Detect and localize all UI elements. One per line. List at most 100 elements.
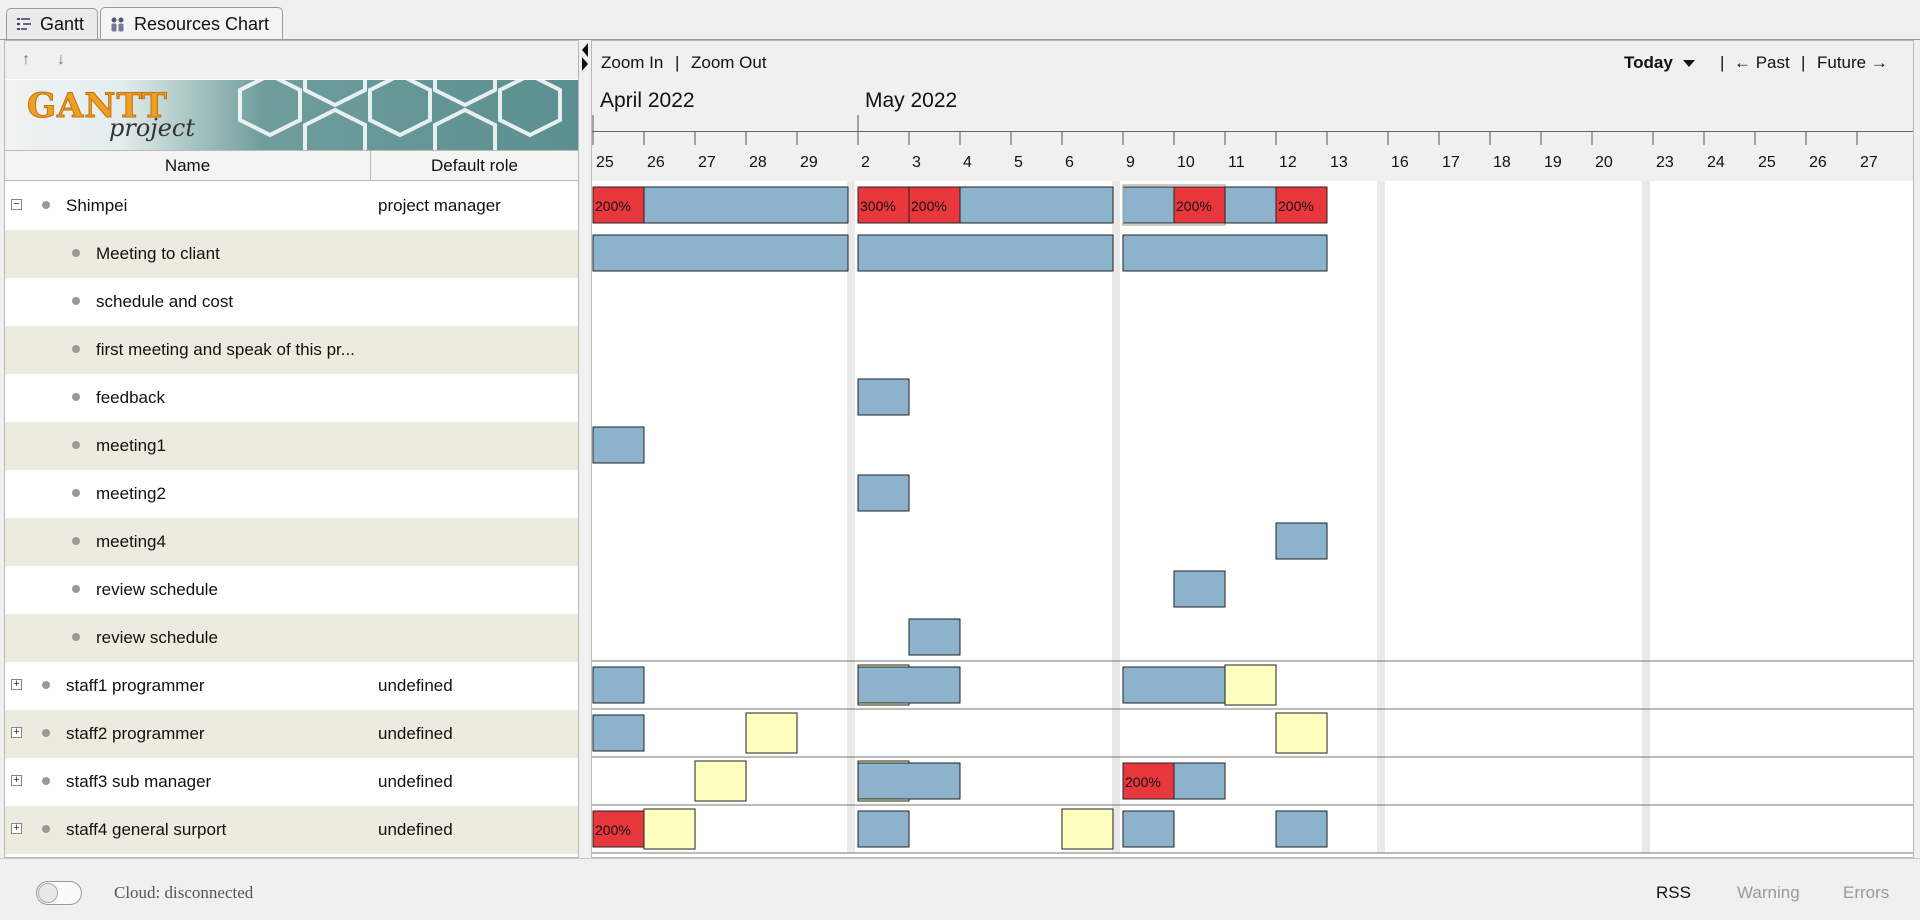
past-button[interactable]: ← Past [1734, 53, 1790, 73]
resource-role: undefined [378, 676, 453, 695]
today-dropdown-icon[interactable] [1683, 60, 1695, 67]
resource-name: Meeting to cliant [96, 244, 220, 263]
toolbar-separator: | [675, 53, 680, 72]
bullet-icon [72, 489, 80, 497]
resource-row[interactable]: + staff2 programmer undefined [5, 710, 578, 758]
load-bar[interactable] [1275, 810, 1328, 848]
resource-name: review schedule [96, 580, 218, 599]
load-bar[interactable] [1173, 570, 1226, 608]
day-label: 11 [1228, 154, 1245, 171]
assignment-row[interactable]: review schedule [5, 614, 578, 662]
move-up-button[interactable]: ↑ [17, 51, 35, 69]
day-label: 4 [963, 154, 972, 171]
column-header-role[interactable]: Default role [371, 151, 578, 180]
collapse-right-icon[interactable] [582, 57, 588, 71]
resource-row[interactable]: + staff3 sub manager undefined [5, 758, 578, 806]
day-label: 27 [1860, 154, 1878, 171]
load-bar[interactable] [857, 762, 961, 800]
load-percent-label: 200% [1125, 774, 1161, 790]
gantt-icon [15, 15, 33, 33]
load-bar[interactable] [857, 474, 910, 512]
resource-name: staff1 programmer [66, 676, 205, 695]
underload-bar[interactable] [1061, 808, 1114, 850]
underload-bar[interactable] [1224, 664, 1277, 706]
future-button[interactable]: Future → [1817, 53, 1888, 73]
resource-name: meeting2 [96, 484, 166, 503]
panel-splitter[interactable] [579, 40, 591, 858]
assignment-row[interactable]: meeting1 [5, 422, 578, 470]
load-bar[interactable] [592, 666, 645, 704]
assignment-row[interactable]: meeting4 [5, 518, 578, 566]
assignment-row[interactable]: Meeting to cliant [5, 230, 578, 278]
tree-toolbar: ↑ ↓ [5, 41, 578, 79]
bullet-icon [42, 201, 50, 209]
resource-row[interactable]: + staff4 general surport undefined [5, 806, 578, 854]
weekend-gap [847, 181, 855, 853]
weekend-gap [1377, 181, 1385, 853]
load-bar[interactable] [857, 810, 910, 848]
zoom-out-button[interactable]: Zoom Out [691, 53, 767, 73]
assignment-row[interactable]: meeting2 [5, 470, 578, 518]
expand-icon[interactable]: + [11, 823, 22, 834]
collapse-icon[interactable]: − [11, 199, 22, 210]
logo-sub-text: project [109, 114, 196, 142]
expand-icon[interactable]: + [11, 727, 22, 738]
underload-bar[interactable] [694, 760, 747, 802]
assignment-row[interactable]: schedule and cost [5, 278, 578, 326]
load-bar[interactable] [857, 234, 1114, 272]
tab-gantt-label: Gantt [40, 13, 85, 34]
assignment-row[interactable]: first meeting and speak of this pr... [5, 326, 578, 374]
month-scale: April 2022 May 2022 [592, 83, 1913, 131]
resource-name: staff4 general surport [66, 820, 227, 839]
collapse-left-icon[interactable] [582, 43, 588, 57]
resource-row[interactable]: + staff1 programmer undefined [5, 662, 578, 710]
tree-header: Name Default role [5, 150, 578, 181]
expand-icon[interactable]: + [11, 679, 22, 690]
load-bar[interactable] [857, 666, 961, 704]
day-label: 3 [912, 154, 921, 171]
load-bar[interactable] [908, 618, 961, 656]
expand-icon[interactable]: + [11, 775, 22, 786]
load-bar[interactable] [1122, 666, 1226, 704]
load-bar[interactable] [1122, 234, 1328, 272]
cloud-toggle[interactable] [36, 881, 82, 905]
arrow-down-icon: ↓ [57, 51, 65, 68]
assignment-row[interactable]: review schedule [5, 566, 578, 614]
load-bar[interactable] [592, 714, 645, 752]
load-percent-label: 200% [595, 822, 631, 838]
bullet-icon [72, 393, 80, 401]
bullet-icon [42, 825, 50, 833]
bullet-icon [72, 345, 80, 353]
load-bar[interactable] [1275, 522, 1328, 560]
assignment-row[interactable]: feedback [5, 374, 578, 422]
tab-resources-label: Resources Chart [134, 13, 270, 34]
load-bar[interactable] [592, 426, 645, 464]
load-bar[interactable] [1122, 810, 1175, 848]
resource-role: undefined [378, 772, 453, 791]
underload-bar[interactable] [643, 808, 696, 850]
day-label: 13 [1330, 154, 1348, 171]
zoom-in-button[interactable]: Zoom In [601, 53, 663, 73]
underload-bar[interactable] [1275, 712, 1328, 754]
warning-button[interactable]: Warning [1737, 883, 1800, 903]
resource-name: review schedule [96, 628, 218, 647]
day-label: 16 [1391, 154, 1409, 171]
resource-name: staff2 programmer [66, 724, 205, 743]
resource-row[interactable]: − Shimpei project manager [5, 182, 578, 230]
bullet-icon [42, 729, 50, 737]
underload-bar[interactable] [745, 712, 798, 754]
rss-button[interactable]: RSS [1656, 883, 1691, 903]
move-down-button[interactable]: ↓ [52, 51, 70, 69]
tab-gantt[interactable]: Gantt [6, 8, 98, 39]
load-percent-label: 200% [1176, 198, 1212, 214]
errors-button[interactable]: Errors [1843, 883, 1889, 903]
resource-role: project manager [378, 196, 501, 215]
load-bar[interactable] [592, 234, 849, 272]
bullet-icon [42, 681, 50, 689]
weekend-gap [1642, 181, 1650, 853]
today-button[interactable]: Today [1624, 53, 1673, 73]
load-bar[interactable] [857, 378, 910, 416]
tab-resources-chart[interactable]: Resources Chart [100, 7, 283, 40]
bullet-icon [72, 249, 80, 257]
column-header-name[interactable]: Name [5, 151, 371, 180]
